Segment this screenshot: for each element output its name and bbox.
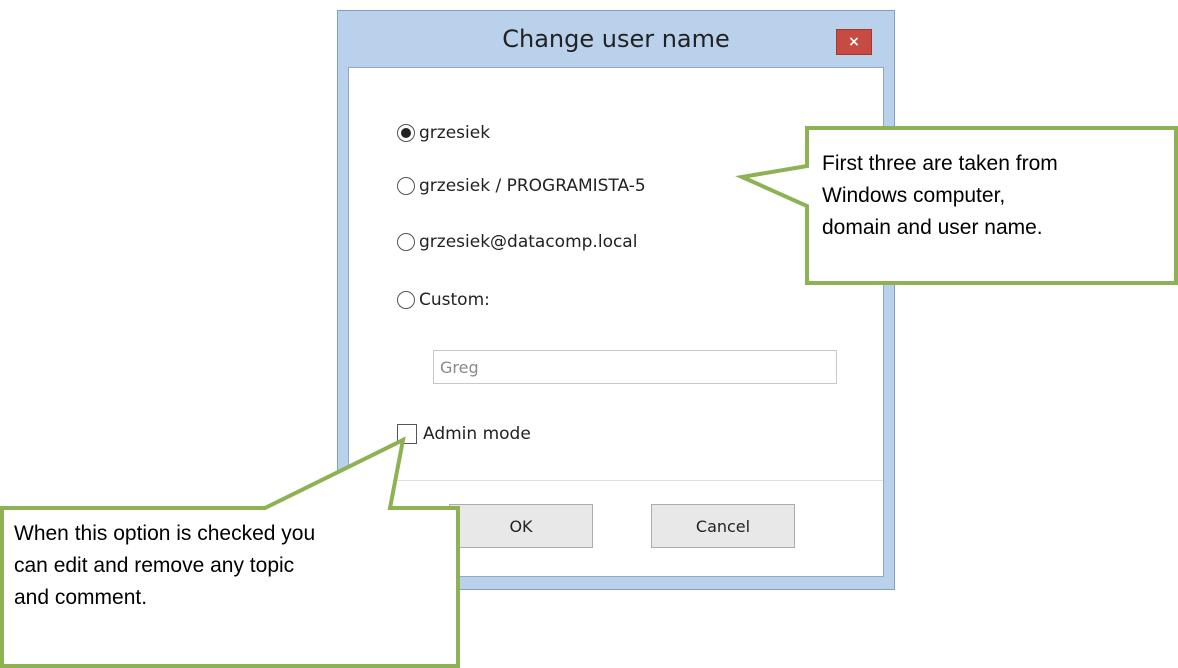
callout-line: First three are taken from — [822, 152, 1058, 175]
callout-line: Windows computer, — [822, 184, 1006, 207]
callout-line: domain and user name. — [822, 216, 1043, 239]
callout-line: and comment. — [14, 586, 148, 609]
callout-line: When this option is checked you — [14, 522, 316, 545]
callout-line: can edit and remove any topic — [14, 554, 295, 577]
callout-top-right-text: First three are taken from Windows compu… — [822, 148, 1162, 244]
callout-bottom-left-text: When this option is checked you can edit… — [14, 518, 444, 614]
